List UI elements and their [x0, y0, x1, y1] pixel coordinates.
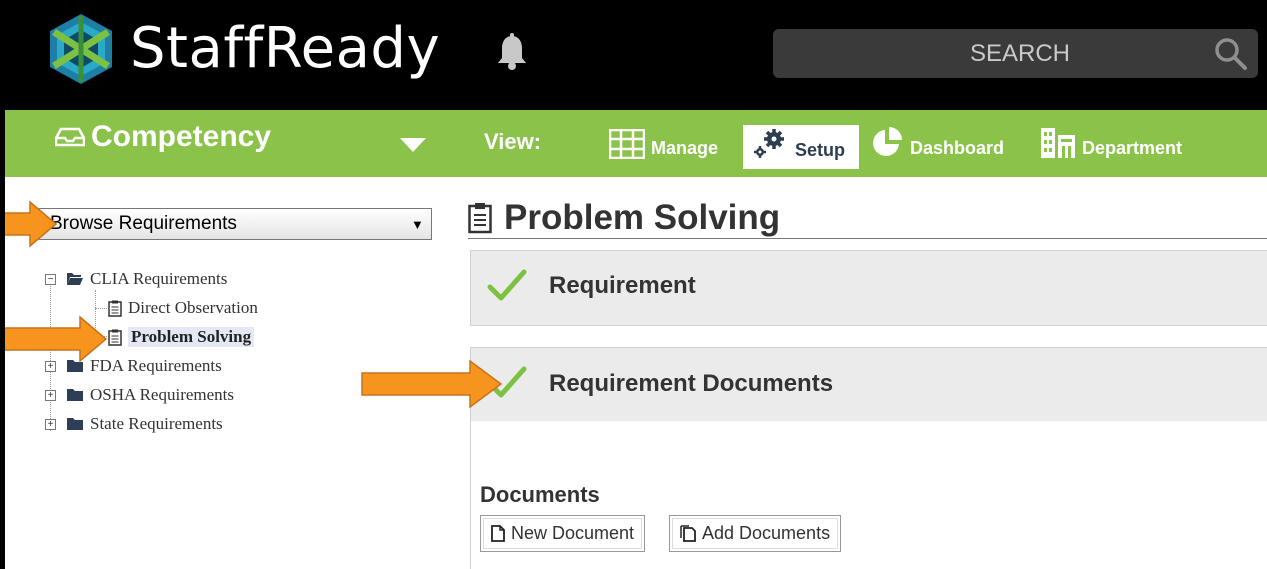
grid-icon — [609, 129, 645, 159]
inbox-icon — [55, 127, 85, 147]
folder-icon — [67, 418, 83, 430]
folder-icon — [67, 389, 83, 401]
page-title-text: Problem Solving — [504, 198, 781, 237]
module-nav: Competency View: Manage Setup Dashboard … — [0, 110, 1267, 177]
new-document-label: New Document — [511, 523, 635, 543]
nav-department-label: Department — [1082, 138, 1183, 158]
search-input[interactable]: SEARCH — [773, 29, 1258, 78]
annotation-arrow-icon — [0, 200, 58, 248]
panel-title: Requirement Documents — [549, 370, 834, 397]
tree-item-label: State Requirements — [90, 414, 223, 433]
tree-item-direct-observation[interactable]: Direct Observation — [108, 295, 258, 321]
search-icon[interactable] — [1214, 37, 1248, 71]
panel-requirement[interactable]: Requirement — [470, 250, 1267, 326]
tree-item-label: OSHA Requirements — [90, 385, 235, 404]
nav-manage-label: Manage — [651, 138, 719, 158]
staffready-logo-icon — [50, 14, 112, 84]
nav-manage[interactable]: Manage — [609, 125, 718, 165]
browse-select[interactable]: Browse Requirements ▼ — [39, 208, 432, 240]
tree-item-state[interactable]: + State Requirements — [45, 411, 223, 437]
view-label: View: — [484, 129, 542, 154]
nav-dashboard[interactable]: Dashboard — [870, 125, 1004, 165]
tree-item-label: Direct Observation — [128, 298, 258, 317]
expand-icon[interactable]: + — [45, 389, 56, 401]
nav-department[interactable]: Department — [1040, 125, 1182, 165]
clipboard-icon — [108, 329, 122, 346]
browse-select-value: Browse Requirements — [50, 213, 237, 234]
tree-item-clia[interactable]: − CLIA Requirements — [45, 266, 227, 292]
module-selector[interactable]: Competency — [55, 120, 271, 154]
app-name: StaffReady — [130, 16, 441, 81]
panel-requirement-documents[interactable]: Requirement Documents — [470, 347, 1267, 422]
nav-dashboard-label: Dashboard — [910, 138, 1005, 158]
title-divider — [468, 238, 1267, 239]
nav-setup[interactable]: Setup — [743, 125, 860, 169]
app-window: StaffReady SEARCH Competency View: Manag… — [0, 0, 1267, 569]
search-placeholder: SEARCH — [969, 40, 1070, 67]
expand-icon[interactable]: + — [45, 418, 56, 430]
panel-title: Requirement — [549, 272, 696, 299]
page-title: Problem Solving — [468, 198, 780, 238]
tree-connector — [95, 308, 107, 309]
gears-icon — [754, 129, 784, 158]
tree-item-label: Problem Solving — [128, 327, 255, 347]
top-bar: StaffReady SEARCH — [0, 0, 1267, 110]
add-documents-button[interactable]: Add Documents — [669, 515, 842, 552]
pie-chart-icon — [873, 127, 902, 156]
building-icon — [1041, 128, 1075, 158]
tree-item-osha[interactable]: + OSHA Requirements — [45, 382, 234, 408]
documents-heading: Documents — [480, 482, 600, 507]
chevron-down-icon[interactable] — [400, 138, 426, 152]
logo[interactable]: StaffReady — [44, 12, 440, 86]
check-icon — [487, 269, 527, 301]
annotation-arrow-icon — [0, 315, 108, 363]
bell-icon[interactable] — [492, 32, 532, 72]
module-label: Competency — [91, 120, 272, 153]
copy-file-icon — [680, 525, 696, 542]
clipboard-icon — [108, 300, 122, 317]
tree-item-label: FDA Requirements — [90, 356, 222, 375]
dropdown-arrow-icon: ▼ — [411, 216, 424, 232]
file-icon — [491, 525, 505, 542]
collapse-icon[interactable]: − — [45, 273, 56, 285]
clipboard-icon — [468, 203, 492, 234]
nav-setup-label: Setup — [795, 140, 846, 160]
folder-open-icon — [67, 273, 83, 285]
add-documents-label: Add Documents — [702, 523, 831, 543]
annotation-arrow-icon — [361, 359, 503, 409]
new-document-button[interactable]: New Document — [480, 515, 646, 552]
tree-item-label: CLIA Requirements — [90, 269, 228, 288]
tree-item-problem-solving[interactable]: Problem Solving — [108, 324, 255, 350]
